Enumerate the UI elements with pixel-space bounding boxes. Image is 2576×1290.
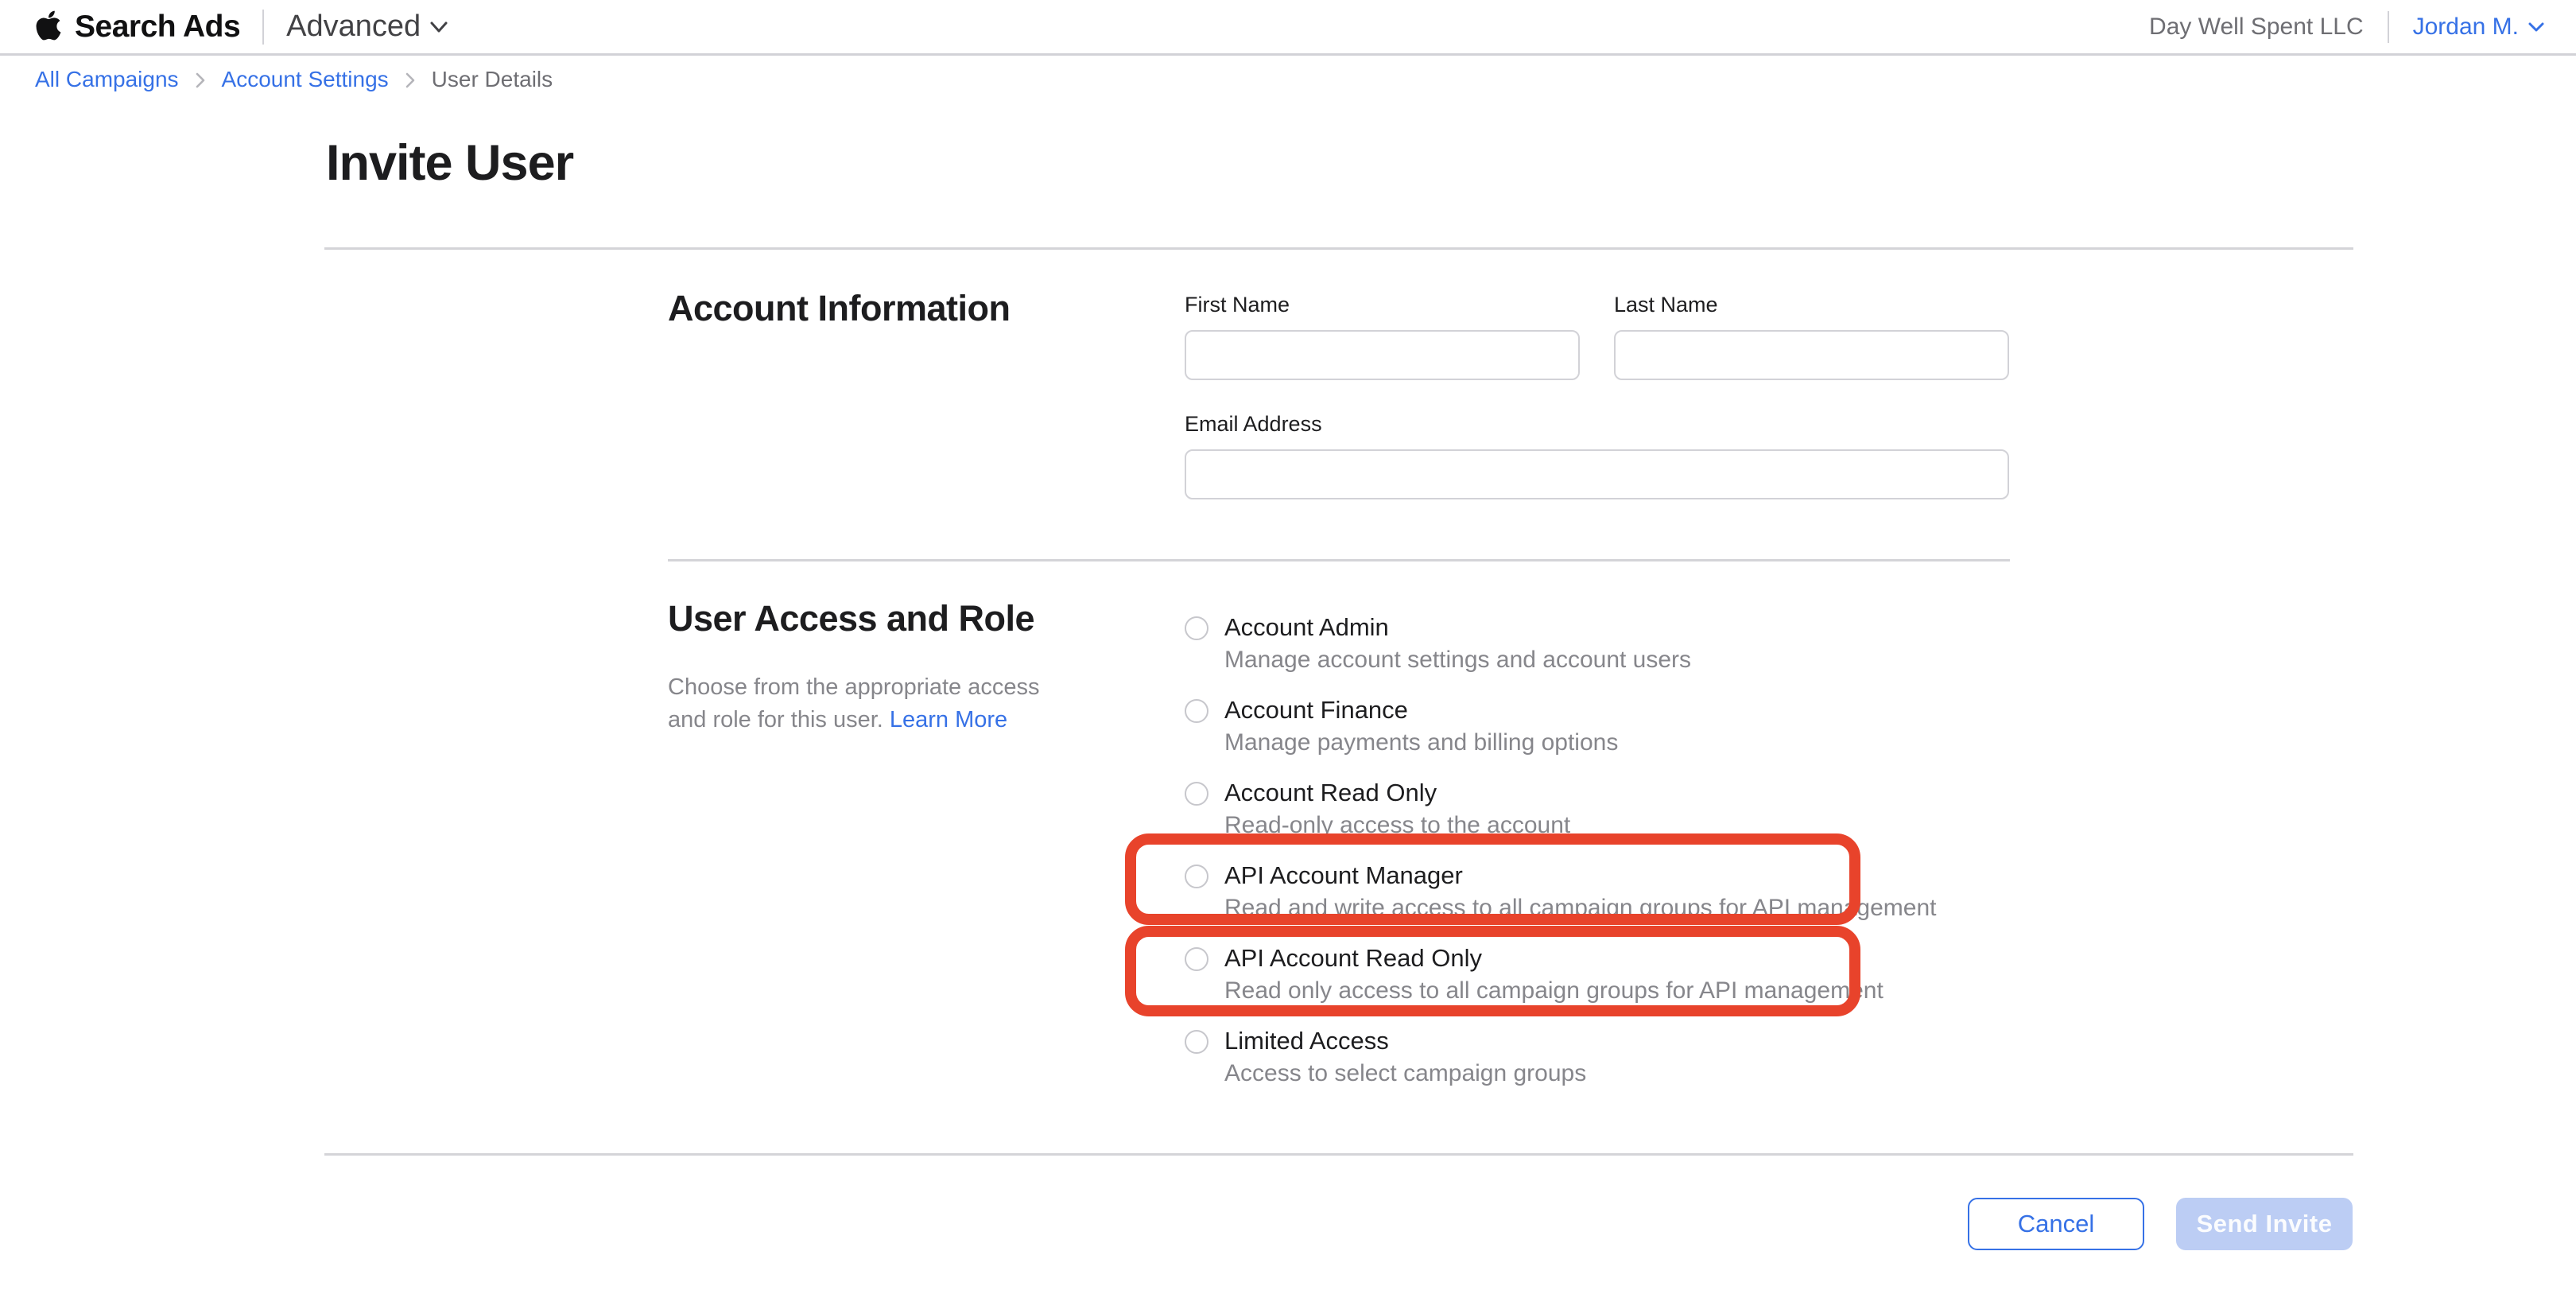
send-invite-button[interactable]: Send Invite [2176, 1198, 2353, 1250]
role-option-label: Account Read Only [1224, 776, 1570, 810]
role-option-account-admin[interactable]: Account Admin Manage account settings an… [1185, 611, 2027, 676]
top-navigation-bar: Search Ads Advanced Day Well Spent LLC J… [0, 0, 2576, 56]
divider [324, 247, 2353, 250]
product-menu[interactable]: Advanced [286, 10, 448, 44]
email-input[interactable] [1185, 449, 2009, 499]
cancel-button[interactable]: Cancel [1968, 1198, 2144, 1250]
user-account-menu[interactable]: Jordan M. [2413, 14, 2544, 41]
learn-more-link[interactable]: Learn More [890, 707, 1007, 732]
role-options-list: Account Admin Manage account settings an… [1185, 596, 2027, 1107]
radio-button[interactable] [1185, 865, 1208, 888]
brand-group: Search Ads [35, 10, 240, 45]
role-option-limited-access[interactable]: Limited Access Access to select campaign… [1185, 1024, 2027, 1090]
role-option-text: Account Admin Manage account settings an… [1224, 611, 1691, 676]
email-label: Email Address [1185, 406, 2012, 437]
role-option-api-account-read-only[interactable]: API Account Read Only Read only access t… [1185, 942, 2027, 1007]
role-option-text: API Account Read Only Read only access t… [1224, 942, 1884, 1007]
header-right-group: Day Well Spent LLC Jordan M. [2149, 11, 2544, 43]
user-access-heading-column: User Access and Role Choose from the app… [668, 596, 1185, 1107]
role-option-text: Limited Access Access to select campaign… [1224, 1024, 1586, 1090]
user-access-role-section: User Access and Role Choose from the app… [668, 596, 2027, 1107]
role-option-label: Account Admin [1224, 611, 1691, 644]
chevron-right-icon [193, 71, 208, 90]
footer-actions: Cancel Send Invite [1968, 1198, 2353, 1250]
account-information-section: Account Information First Name Last Name… [668, 286, 2012, 499]
role-option-text: Account Finance Manage payments and bill… [1224, 694, 1618, 759]
role-option-description: Read-only access to the account [1224, 810, 1570, 841]
last-name-field-group: Last Name [1614, 286, 2009, 380]
first-name-label: First Name [1185, 286, 1580, 318]
divider [324, 1153, 2353, 1156]
last-name-input[interactable] [1614, 330, 2009, 380]
role-option-account-finance[interactable]: Account Finance Manage payments and bill… [1185, 694, 2027, 759]
brand-title: Search Ads [75, 10, 240, 45]
role-option-label: Account Finance [1224, 694, 1618, 727]
account-information-heading: Account Information [668, 286, 1153, 331]
account-information-form: First Name Last Name Email Address [1185, 286, 2012, 499]
radio-button[interactable] [1185, 699, 1208, 723]
last-name-label: Last Name [1614, 286, 2009, 318]
radio-button[interactable] [1185, 947, 1208, 971]
role-option-description: Manage payments and billing options [1224, 727, 1618, 759]
radio-button[interactable] [1185, 1030, 1208, 1054]
breadcrumb-all-campaigns[interactable]: All Campaigns [35, 67, 179, 92]
role-option-text: API Account Manager Read and write acces… [1224, 859, 1937, 924]
account-information-heading-column: Account Information [668, 286, 1185, 499]
role-option-description: Access to select campaign groups [1224, 1058, 1586, 1090]
email-field-group: Email Address [1185, 406, 2012, 499]
header-divider [2388, 11, 2389, 43]
first-name-input[interactable] [1185, 330, 1580, 380]
role-option-description: Manage account settings and account user… [1224, 644, 1691, 676]
role-option-label: API Account Manager [1224, 859, 1937, 892]
divider [668, 559, 2010, 561]
page-title: Invite User [326, 137, 573, 189]
name-fields-row: First Name Last Name [1185, 286, 2012, 380]
role-option-description: Read only access to all campaign groups … [1224, 975, 1884, 1007]
role-option-account-read-only[interactable]: Account Read Only Read-only access to th… [1185, 776, 2027, 841]
user-access-role-heading: User Access and Role [668, 596, 1153, 641]
product-menu-label: Advanced [286, 10, 421, 44]
invite-user-page: Search Ads Advanced Day Well Spent LLC J… [0, 0, 2576, 1290]
role-option-description: Read and write access to all campaign gr… [1224, 892, 1937, 924]
chevron-down-icon [2528, 22, 2544, 32]
radio-button[interactable] [1185, 616, 1208, 640]
radio-button[interactable] [1185, 782, 1208, 806]
user-account-label: Jordan M. [2413, 14, 2519, 41]
role-option-label: API Account Read Only [1224, 942, 1884, 975]
organization-name: Day Well Spent LLC [2149, 14, 2364, 41]
breadcrumb-account-settings[interactable]: Account Settings [222, 67, 389, 92]
chevron-down-icon [430, 21, 448, 33]
apple-logo-icon [35, 9, 62, 42]
role-option-label: Limited Access [1224, 1024, 1586, 1058]
header-divider [262, 10, 264, 45]
first-name-field-group: First Name [1185, 286, 1580, 380]
user-access-role-description: Choose from the appropriate access and r… [668, 671, 1065, 736]
role-option-api-account-manager[interactable]: API Account Manager Read and write acces… [1185, 859, 2027, 924]
breadcrumb: All Campaigns Account Settings User Deta… [35, 67, 553, 92]
chevron-right-icon [403, 71, 417, 90]
breadcrumb-user-details: User Details [432, 67, 553, 92]
role-option-text: Account Read Only Read-only access to th… [1224, 776, 1570, 841]
